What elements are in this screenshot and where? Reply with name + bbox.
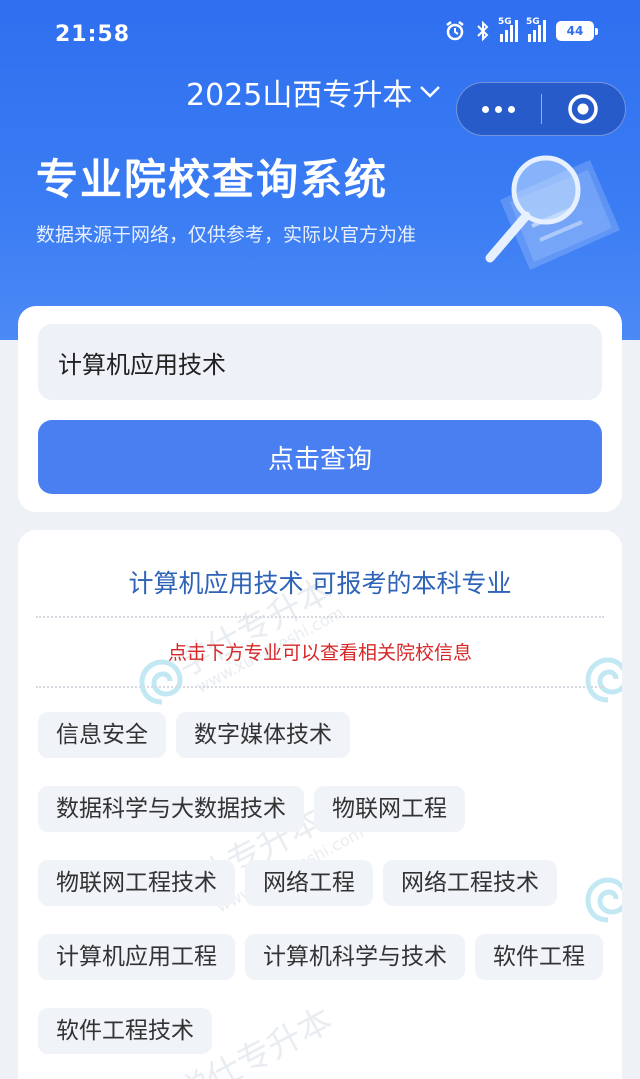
signal-icon: 5G <box>498 17 518 42</box>
major-tag[interactable]: 软件工程技术 <box>38 1008 212 1054</box>
more-icon[interactable] <box>457 105 541 113</box>
major-tag[interactable]: 软件工程 <box>475 934 603 980</box>
major-tag[interactable]: 计算机应用工程 <box>38 934 235 980</box>
status-icons: 5G 5G 44 <box>444 17 598 42</box>
major-tag[interactable]: 网络工程 <box>245 860 373 906</box>
major-tag[interactable]: 计算机科学与技术 <box>245 934 465 980</box>
signal-icon: 5G <box>526 17 546 42</box>
page-title: 2025山西专升本 <box>186 78 413 113</box>
search-panel: 点击查询 <box>18 306 622 512</box>
major-tag[interactable]: 物联网工程 <box>314 786 465 832</box>
battery-level: 44 <box>566 24 584 38</box>
chevron-down-icon <box>420 86 441 98</box>
results-panel: 学仕专升本 学仕专升本 学仕专升本 www.xueyueshi.com www.… <box>18 530 622 1079</box>
disclaimer-text: 数据来源于网络，仅供参考，实际以官方为准 <box>36 224 417 246</box>
alarm-icon <box>446 21 464 41</box>
magnifier-illustration-icon <box>485 155 620 270</box>
major-search-input[interactable] <box>38 324 602 400</box>
battery-icon: 44 <box>556 21 598 41</box>
status-time: 21:58 <box>55 22 131 47</box>
major-tag[interactable]: 数据科学与大数据技术 <box>38 786 304 832</box>
results-hint: 点击下方专业可以查看相关院校信息 <box>167 642 472 664</box>
region-selector[interactable]: 2025山西专升本 <box>186 70 442 114</box>
system-heading: 专业院校查询系统 <box>36 155 389 204</box>
mini-program-capsule <box>456 82 626 136</box>
watermark-logo-icon <box>139 659 183 705</box>
divider <box>36 616 604 618</box>
header-banner: 21:58 5G 5G 44 2025山西专升本 专业院校查询系统 数据来源于网… <box>0 0 640 340</box>
close-icon[interactable] <box>542 92 626 126</box>
bluetooth-icon <box>477 20 489 42</box>
divider <box>36 686 604 688</box>
major-tag[interactable]: 物联网工程技术 <box>38 860 235 906</box>
major-list: 信息安全 数字媒体技术 数据科学与大数据技术 物联网工程 物联网工程技术 网络工… <box>38 712 608 1054</box>
major-tag[interactable]: 信息安全 <box>38 712 166 758</box>
major-tag[interactable]: 网络工程技术 <box>383 860 557 906</box>
results-title: 计算机应用技术 可报考的本科专业 <box>128 569 512 598</box>
query-button[interactable]: 点击查询 <box>38 420 602 494</box>
major-tag[interactable]: 数字媒体技术 <box>176 712 350 758</box>
status-bar: 21:58 5G 5G 44 <box>0 0 640 70</box>
